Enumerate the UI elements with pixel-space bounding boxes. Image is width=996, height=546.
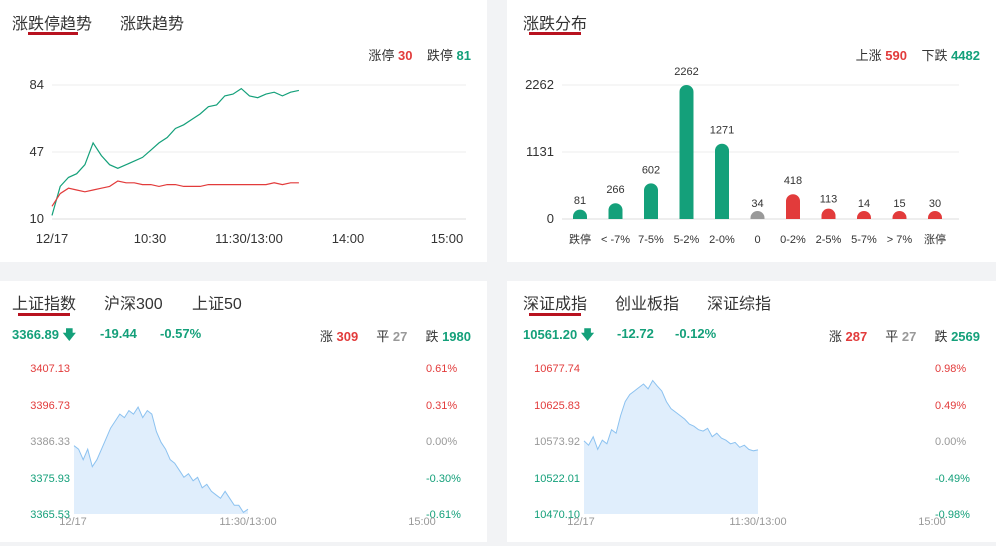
- right-tick-label: 0.49%: [935, 400, 966, 412]
- sz-index-panel: 深证成指 创业板指 深证综指 10561.20 🡇 -12.72 -0.12% …: [507, 281, 996, 542]
- x-tick-label: 12/17: [59, 516, 87, 528]
- bar-value-label: 418: [784, 175, 802, 187]
- category-label: 7-5%: [638, 234, 664, 246]
- left-tick-label: 10522.01: [534, 473, 580, 485]
- x-tick-label: 11:30/13:00: [219, 516, 276, 528]
- left-tick-label: 3396.73: [30, 400, 70, 412]
- bar-value-label: 30: [929, 198, 941, 210]
- right-tick-label: -0.30%: [426, 473, 461, 485]
- x-tick-label: 11:30/13:00: [729, 516, 786, 528]
- x-tick-label: 12/17: [567, 516, 595, 528]
- right-tick-label: 0.31%: [426, 400, 457, 412]
- left-tick-label: 3375.93: [30, 473, 70, 485]
- sh-index-chart: 3407.13 3396.73 3386.33 3375.93 3365.53 …: [30, 363, 461, 528]
- distribution-chart: 2262 1131 0 81 跌停 266 < -7% 602 7-5% 2262 5-2% 1…: [525, 66, 959, 246]
- bar-value-label: 1271: [710, 125, 734, 137]
- bar-value-label: 34: [751, 198, 763, 210]
- y-tick-label: 0: [547, 211, 554, 226]
- y-tick-label: 84: [30, 77, 44, 92]
- x-tick-label: 15:00: [408, 516, 436, 528]
- x-tick-label: 14:00: [332, 231, 365, 246]
- bar-value-label: 113: [820, 193, 838, 205]
- category-label: 0-2%: [780, 234, 806, 246]
- bar-value-label: 81: [574, 195, 586, 207]
- category-label: 涨停: [924, 232, 946, 246]
- bar: [892, 211, 907, 219]
- bar-value-label: 2262: [674, 66, 698, 78]
- right-tick-label: 0.98%: [935, 363, 966, 375]
- index-area-fill: [74, 407, 248, 514]
- left-tick-label: 3386.33: [30, 436, 70, 448]
- x-tick-label: 15:00: [918, 516, 946, 528]
- category-label: 0: [754, 234, 760, 246]
- sz-index-chart: 10677.74 10625.83 10573.92 10522.01 1047…: [534, 363, 970, 528]
- bar-value-label: 266: [606, 184, 624, 196]
- bar: [608, 203, 623, 219]
- bar-value-label: 14: [858, 198, 870, 210]
- category-label: 跌停: [569, 232, 591, 246]
- left-tick-label: 3407.13: [30, 363, 70, 375]
- y-tick-label: 2262: [525, 77, 554, 92]
- limit-trend-panel: 涨跌停趋势 涨跌趋势 涨停 30 跌停 81 84 47 10 12/17 10…: [0, 0, 487, 262]
- category-label: 5-2%: [674, 234, 700, 246]
- right-tick-label: 0.00%: [426, 436, 457, 448]
- x-tick-label: 15:00: [431, 231, 464, 246]
- bar: [821, 208, 836, 219]
- y-tick-label: 10: [30, 211, 44, 226]
- left-tick-label: 10677.74: [534, 363, 580, 375]
- right-tick-label: 0.00%: [935, 436, 966, 448]
- bar: [750, 210, 765, 219]
- category-label: 2-0%: [709, 234, 735, 246]
- sh-index-panel: 上证指数 沪深300 上证50 3366.89 🡇 -19.44 -0.57% …: [0, 281, 487, 542]
- left-tick-label: 10625.83: [534, 400, 580, 412]
- right-tick-label: 0.61%: [426, 363, 457, 375]
- category-label: > 7%: [887, 234, 913, 246]
- limit-trend-chart: 84 47 10 12/17 10:30 11:30/13:00 14:00 1…: [30, 77, 466, 246]
- category-label: 5-7%: [851, 234, 877, 246]
- right-tick-label: -0.49%: [935, 473, 970, 485]
- bar: [786, 194, 800, 219]
- series-line-limit-up: [51, 180, 299, 207]
- x-tick-label: 11:30/13:00: [215, 231, 283, 246]
- bar: [573, 209, 587, 219]
- distribution-panel: 涨跌分布 上涨 590 下跌 4482 2262 1131 0 81 跌停 266 <…: [507, 0, 996, 262]
- y-tick-label: 1131: [526, 144, 554, 159]
- left-tick-label: 10573.92: [534, 436, 580, 448]
- x-tick-label: 10:30: [134, 231, 167, 246]
- bar: [679, 85, 694, 219]
- category-label: < -7%: [601, 234, 630, 246]
- bar: [857, 211, 871, 219]
- bar-value-label: 15: [893, 198, 905, 210]
- bar: [928, 211, 942, 219]
- category-label: 2-5%: [816, 234, 842, 246]
- index-area-fill: [584, 380, 758, 514]
- bar: [644, 183, 658, 219]
- x-tick-label: 12/17: [36, 231, 69, 246]
- bar: [715, 143, 729, 219]
- bar-value-label: 602: [642, 164, 660, 176]
- y-tick-label: 47: [30, 144, 44, 159]
